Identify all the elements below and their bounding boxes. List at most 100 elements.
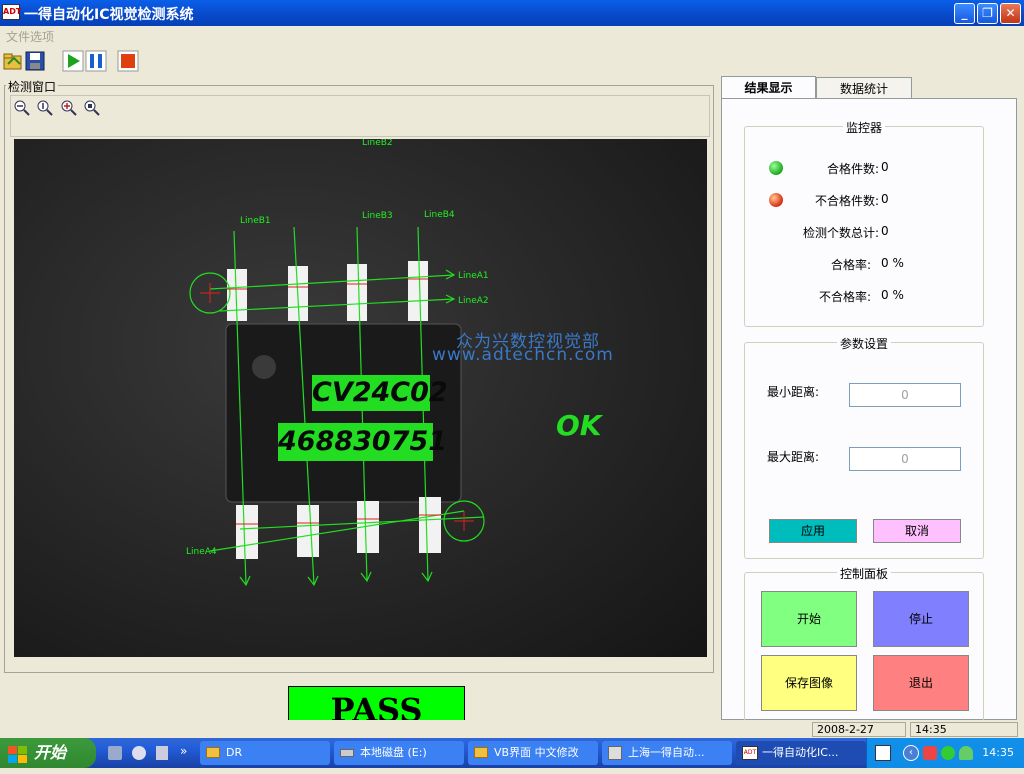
- app-icon: [608, 746, 622, 760]
- restore-button[interactable]: ❐: [977, 3, 998, 24]
- pass-count-label: 合格件数:: [826, 162, 879, 176]
- line-label: LineA2: [458, 296, 489, 306]
- folder-icon: [474, 747, 488, 758]
- status-date: 2008-2-27: [812, 722, 906, 737]
- ic-pin: [347, 264, 367, 321]
- task-label: VB界面 中文修改: [494, 746, 579, 759]
- quicklaunch-more-icon[interactable]: »: [180, 744, 187, 758]
- tab-statistics[interactable]: 数据统计: [816, 77, 912, 99]
- ic-pin: [297, 505, 319, 557]
- zoom-out-icon[interactable]: [14, 100, 30, 116]
- monitor-title: 监控器: [842, 121, 885, 135]
- ic-pin: [419, 497, 441, 553]
- min-distance-input[interactable]: 0: [849, 383, 961, 407]
- task-label: 上海一得自动...: [628, 746, 705, 759]
- chip-logo-mark: [252, 355, 276, 379]
- line-label: LineA4: [186, 547, 217, 557]
- stop-icon[interactable]: [117, 50, 139, 72]
- ocr-line-2: 468830751: [278, 426, 448, 457]
- cancel-button[interactable]: 取消: [873, 519, 961, 543]
- fail-count-label: 不合格件数:: [814, 194, 879, 208]
- params-group: 参数设置 最小距离: 0 最大距离: 0 应用 取消: [744, 337, 984, 559]
- start-button[interactable]: 开始: [0, 738, 96, 768]
- quicklaunch-tool-icon[interactable]: [108, 746, 122, 760]
- task-vb-interface[interactable]: VB界面 中文修改: [468, 741, 598, 765]
- max-distance-label: 最大距离:: [767, 450, 820, 464]
- task-local-disk[interactable]: 本地磁盘 (E:): [334, 741, 464, 765]
- save-image-button[interactable]: 保存图像: [761, 655, 857, 711]
- taskbar: 开始 » DR 本地磁盘 (E:) VB界面 中文修改 上海一得自动... AD…: [0, 738, 1024, 768]
- control-group: 控制面板 开始 停止 保存图像 退出: [744, 567, 984, 722]
- zoom-info-icon[interactable]: [37, 100, 53, 116]
- camera-image[interactable]: LineA1 LineA2 LineB1 LineB2 LineB3 LineB…: [14, 139, 707, 657]
- adt-icon: ADT: [742, 746, 758, 760]
- results-panel: 监控器 合格件数: 0 不合格件数: 0 检测个数总计: 0 合格率: 0 % …: [721, 98, 1017, 722]
- start-label: 开始: [34, 743, 67, 762]
- tab-results[interactable]: 结果显示: [721, 76, 816, 100]
- min-distance-label: 最小距离:: [767, 385, 820, 399]
- control-title: 控制面板: [836, 567, 891, 581]
- params-title: 参数设置: [836, 337, 891, 351]
- tray-network-icon[interactable]: [923, 746, 937, 760]
- zoom-reset-icon[interactable]: [84, 100, 100, 116]
- line-label: LineA1: [458, 271, 489, 281]
- ic-pin: [236, 505, 258, 559]
- fail-status-icon: [769, 193, 783, 207]
- open-icon[interactable]: [2, 50, 24, 72]
- task-label: 一得自动化IC...: [762, 746, 839, 759]
- ic-chip-body: [225, 323, 462, 503]
- pass-rate-value: 0 %: [881, 256, 904, 270]
- fail-count-value: 0: [881, 192, 889, 206]
- line-label: LineB2: [362, 139, 393, 148]
- menu-file-options[interactable]: 文件选项: [6, 28, 54, 45]
- fail-rate-label: 不合格率:: [818, 290, 871, 304]
- minimize-button[interactable]: _: [954, 3, 975, 24]
- total-count-value: 0: [881, 224, 889, 238]
- windows-logo-icon: [8, 744, 28, 763]
- exit-button[interactable]: 退出: [873, 655, 969, 711]
- app-logo-icon[interactable]: ADT: [2, 4, 21, 20]
- window-title: 一得自动化IC视觉检测系统: [24, 7, 194, 23]
- play-icon[interactable]: [62, 50, 84, 72]
- line-label: LineB1: [240, 216, 271, 226]
- task-dr[interactable]: DR: [200, 741, 330, 765]
- start-button[interactable]: 开始: [761, 591, 857, 647]
- task-ic-vision[interactable]: ADT 一得自动化IC...: [736, 741, 866, 765]
- line-label: LineB4: [424, 210, 455, 220]
- pass-count-value: 0: [881, 160, 889, 174]
- apply-button[interactable]: 应用: [769, 519, 857, 543]
- zoom-in-icon[interactable]: [61, 100, 77, 116]
- line-label: LineB3: [362, 211, 393, 221]
- ic-pin: [408, 261, 428, 321]
- menu-bar: 文件选项: [0, 26, 1024, 46]
- task-shanghai-yide[interactable]: 上海一得自动...: [602, 741, 732, 765]
- title-bar: ADT 一得自动化IC视觉检测系统 _ ❐ ✕: [0, 0, 1024, 26]
- zoom-toolbar: [10, 95, 710, 137]
- task-label: 本地磁盘 (E:): [360, 746, 427, 759]
- detect-window-label: 检测窗口: [6, 78, 59, 95]
- tray-update-icon[interactable]: [959, 746, 973, 760]
- ok-indicator: OK: [556, 409, 602, 442]
- tray-msn-icon[interactable]: [941, 746, 955, 760]
- max-distance-input[interactable]: 0: [849, 447, 961, 471]
- close-button[interactable]: ✕: [1000, 3, 1021, 24]
- drive-icon: [340, 749, 354, 757]
- tray-expand-icon[interactable]: ‹: [903, 745, 919, 761]
- folder-icon: [206, 747, 220, 758]
- quicklaunch-ie-icon[interactable]: [132, 746, 146, 760]
- ocr-line-1: CV24C02: [312, 377, 448, 408]
- stop-button[interactable]: 停止: [873, 591, 969, 647]
- task-label: DR: [226, 746, 243, 759]
- tray-clock: 14:35: [982, 746, 1014, 759]
- system-tray: ‹ 14:35: [866, 738, 1024, 768]
- status-bar: 2008-2-27 14:35: [0, 720, 1024, 738]
- monitor-group: 监控器 合格件数: 0 不合格件数: 0 检测个数总计: 0 合格率: 0 % …: [744, 121, 984, 327]
- tray-app-icon[interactable]: [875, 745, 891, 761]
- pause-icon[interactable]: [85, 50, 107, 72]
- total-count-label: 检测个数总计:: [802, 226, 879, 240]
- quicklaunch-doc-icon[interactable]: [156, 746, 168, 760]
- save-icon[interactable]: [24, 50, 46, 72]
- status-time: 14:35: [910, 722, 1018, 737]
- fail-rate-value: 0 %: [881, 288, 904, 302]
- toolbar: [0, 46, 1024, 76]
